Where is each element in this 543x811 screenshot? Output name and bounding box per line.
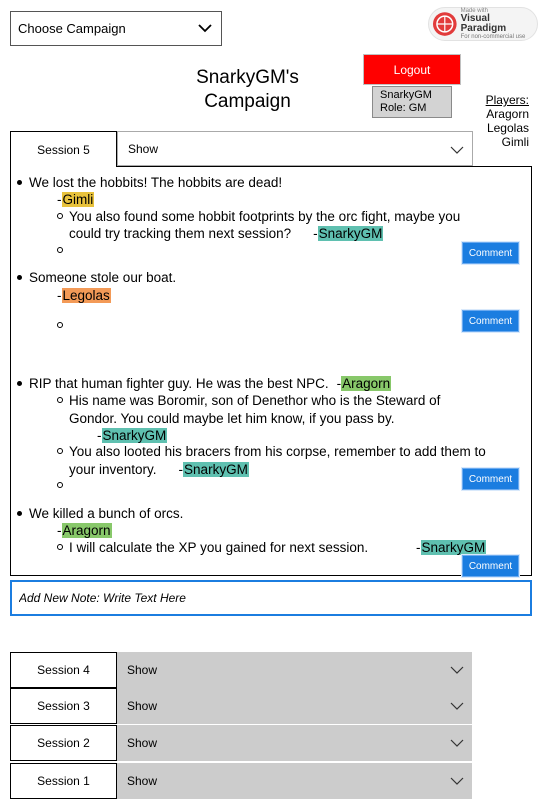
comment-text: You also looted his bracers from his cor… xyxy=(69,444,486,459)
user-name: SnarkyGM xyxy=(380,89,432,101)
author-prefix: - xyxy=(97,428,102,443)
session-1-show-dropdown[interactable]: Show xyxy=(117,763,472,799)
campaign-title-line2: Campaign xyxy=(204,91,291,112)
note-author: -Legolas xyxy=(57,287,111,304)
add-new-note-input[interactable] xyxy=(10,580,532,616)
note-bullet xyxy=(17,381,22,386)
new-comment-bullet xyxy=(57,322,63,328)
note-bullet xyxy=(17,511,22,516)
show-label: Show xyxy=(127,774,158,788)
session-5-show-dropdown[interactable]: Show xyxy=(117,131,473,166)
author-tag-snarkygm: SnarkyGM xyxy=(317,226,384,241)
note-text: We lost the hobbits! The hobbits are dea… xyxy=(29,175,283,190)
chevron-down-icon xyxy=(450,702,464,710)
comment-author: -SnarkyGM xyxy=(416,539,487,556)
comment-bullet xyxy=(57,544,63,550)
player-name: Legolas xyxy=(486,121,529,135)
note-author: -Aragorn xyxy=(57,522,112,539)
comment-bullet xyxy=(57,397,63,403)
badge-brand: Visual Paradigm xyxy=(460,13,507,34)
note-author: -Gimli xyxy=(57,191,95,208)
note-text: We killed a bunch of orcs. xyxy=(29,506,184,521)
author-tag-snarkygm: SnarkyGM xyxy=(101,428,168,443)
players-label: Players: xyxy=(485,93,529,107)
session-1-tab[interactable]: Session 1 xyxy=(10,763,117,799)
logout-button[interactable]: Logout xyxy=(363,54,461,85)
new-comment-bullet xyxy=(57,482,63,488)
comment-button[interactable]: Comment xyxy=(461,467,520,491)
comment-text-line2: could try tracking them next session? xyxy=(69,226,292,241)
chevron-down-icon xyxy=(450,146,464,154)
player-name: Aragorn xyxy=(486,107,529,121)
comment-text: You also found some hobbit footprints by… xyxy=(69,209,461,224)
chevron-down-icon xyxy=(450,777,464,785)
show-label: Show xyxy=(127,699,158,713)
author-prefix: - xyxy=(57,288,62,303)
session-5-tab[interactable]: Session 5 xyxy=(10,131,117,167)
note-text: Someone stole our boat. xyxy=(29,270,177,285)
note-bullet xyxy=(17,180,22,185)
chevron-down-icon xyxy=(450,666,464,674)
visual-paradigm-badge: Made with Visual Paradigm For non-commer… xyxy=(428,7,538,41)
comment-text: I will calculate the XP you gained for n… xyxy=(69,540,369,555)
show-label: Show xyxy=(128,141,159,156)
choose-campaign-dropdown[interactable]: Choose Campaign xyxy=(10,11,222,46)
session-2-show-dropdown[interactable]: Show xyxy=(117,725,472,761)
comment-author: -SnarkyGM xyxy=(97,427,168,444)
session-4-tab[interactable]: Session 4 xyxy=(10,652,117,688)
author-tag-aragorn: Aragorn xyxy=(61,523,112,538)
chevron-down-icon xyxy=(450,739,464,747)
chevron-down-icon xyxy=(198,24,212,33)
comment-bullet xyxy=(57,213,63,219)
author-tag-snarkygm: SnarkyGM xyxy=(183,462,249,477)
show-label: Show xyxy=(127,736,158,750)
comment-text-continued: could try tracking them next session? -Sn… xyxy=(69,225,384,242)
comment-button[interactable]: Comment xyxy=(461,554,520,578)
author-tag-legolas: Legolas xyxy=(61,288,111,303)
comment-text-continued: your inventory. -SnarkyGM xyxy=(69,461,249,478)
comment-button[interactable]: Comment xyxy=(461,309,520,333)
choose-campaign-label: Choose Campaign xyxy=(18,21,126,36)
user-role: Role: GM xyxy=(380,102,427,114)
player-name: Gimli xyxy=(501,135,529,149)
visual-paradigm-logo-icon xyxy=(432,12,457,36)
comment-text-line2: Gondor. You could maybe let him know, if… xyxy=(69,411,395,426)
players-list: Players: Aragorn Legolas Gimli xyxy=(486,93,529,149)
comment-text: His name was Boromir, son of Denethor wh… xyxy=(69,393,441,408)
author-prefix: - xyxy=(416,540,421,555)
session-4-show-dropdown[interactable]: Show xyxy=(117,652,472,688)
note-text: RIP that human fighter guy. He was the b… xyxy=(29,376,329,391)
badge-note: For non-commercial use xyxy=(460,34,526,40)
author-tag-snarkygm: SnarkyGM xyxy=(420,540,487,555)
author-tag-aragorn: Aragorn xyxy=(341,376,392,391)
comment-button[interactable]: Comment xyxy=(461,241,520,265)
new-comment-bullet xyxy=(57,247,63,253)
campaign-title-line1: SnarkyGM's xyxy=(196,67,299,88)
user-info-box: SnarkyGM Role: GM xyxy=(372,86,452,118)
author-prefix: - xyxy=(57,192,62,207)
note-bullet xyxy=(17,275,22,280)
session-3-tab[interactable]: Session 3 xyxy=(10,688,117,724)
comment-bullet xyxy=(57,448,63,454)
author-tag-gimli: Gimli xyxy=(61,192,95,207)
author-prefix: - xyxy=(57,523,62,538)
show-label: Show xyxy=(127,663,158,677)
session-2-tab[interactable]: Session 2 xyxy=(10,725,117,761)
campaign-title: SnarkyGM's Campaign xyxy=(190,66,305,114)
session-3-show-dropdown[interactable]: Show xyxy=(117,688,472,724)
note-text-row: RIP that human fighter guy. He was the b… xyxy=(29,375,392,392)
author-prefix: - xyxy=(313,226,318,241)
comment-text-line2: your inventory. xyxy=(69,462,157,477)
